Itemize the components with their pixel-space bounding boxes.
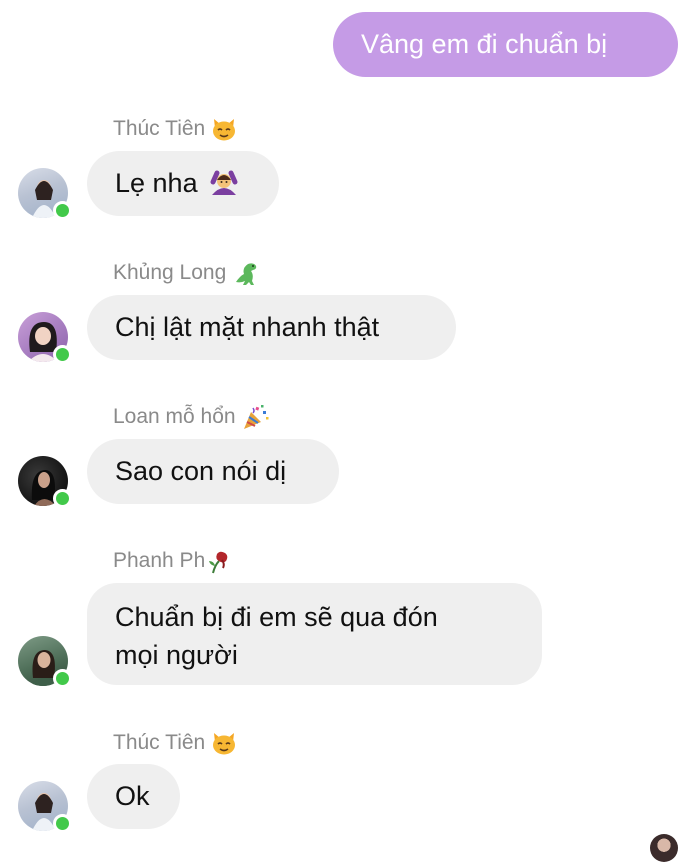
incoming-message-bubble[interactable]: Sao con nói dị (87, 439, 339, 504)
message-text: Lẹ nha (115, 168, 198, 198)
avatar[interactable] (18, 636, 72, 688)
message-text: Chị lật mặt nhanh thật (115, 312, 380, 342)
party-popper-icon (242, 404, 269, 430)
message-text: Ok (115, 781, 150, 811)
incoming-message-bubble[interactable]: Chuẩn bị đi em sẽ qua đón mọi người (87, 583, 542, 685)
sender-name[interactable]: Phanh Ph (113, 548, 231, 574)
online-status-dot (53, 814, 72, 833)
online-status-dot (53, 489, 72, 508)
sender-name[interactable]: Thúc Tiên (113, 730, 237, 756)
online-status-dot (53, 201, 72, 220)
outgoing-message-bubble[interactable]: Vâng em đi chuẩn bị (333, 12, 678, 77)
message-text-line: Chuẩn bị đi em sẽ qua đón (115, 602, 438, 632)
message-text-line: mọi người (115, 640, 238, 670)
avatar[interactable] (18, 312, 72, 364)
read-receipt-avatar (650, 834, 678, 862)
avatar[interactable] (18, 168, 72, 220)
incoming-message-bubble[interactable]: Chị lật mặt nhanh thật (87, 295, 456, 360)
online-status-dot (53, 669, 72, 688)
wilted-rose-icon (205, 548, 231, 574)
cat-face-icon (211, 730, 237, 756)
cat-face-icon (211, 116, 237, 142)
avatar[interactable] (18, 456, 72, 508)
sender-name[interactable]: Thúc Tiên (113, 116, 237, 142)
message-text: Sao con nói dị (115, 456, 287, 486)
sender-name[interactable]: Khủng Long (113, 260, 258, 286)
avatar[interactable] (18, 781, 72, 833)
incoming-message-bubble[interactable]: Ok (87, 764, 180, 829)
outgoing-message-text: Vâng em đi chuẩn bị (361, 29, 608, 59)
sender-name[interactable]: Loan mỗ hổn (113, 404, 269, 430)
t-rex-icon (232, 260, 258, 286)
woman-gesturing-ok-icon (209, 167, 239, 197)
incoming-message-bubble[interactable]: Lẹ nha (87, 151, 279, 216)
online-status-dot (53, 345, 72, 364)
